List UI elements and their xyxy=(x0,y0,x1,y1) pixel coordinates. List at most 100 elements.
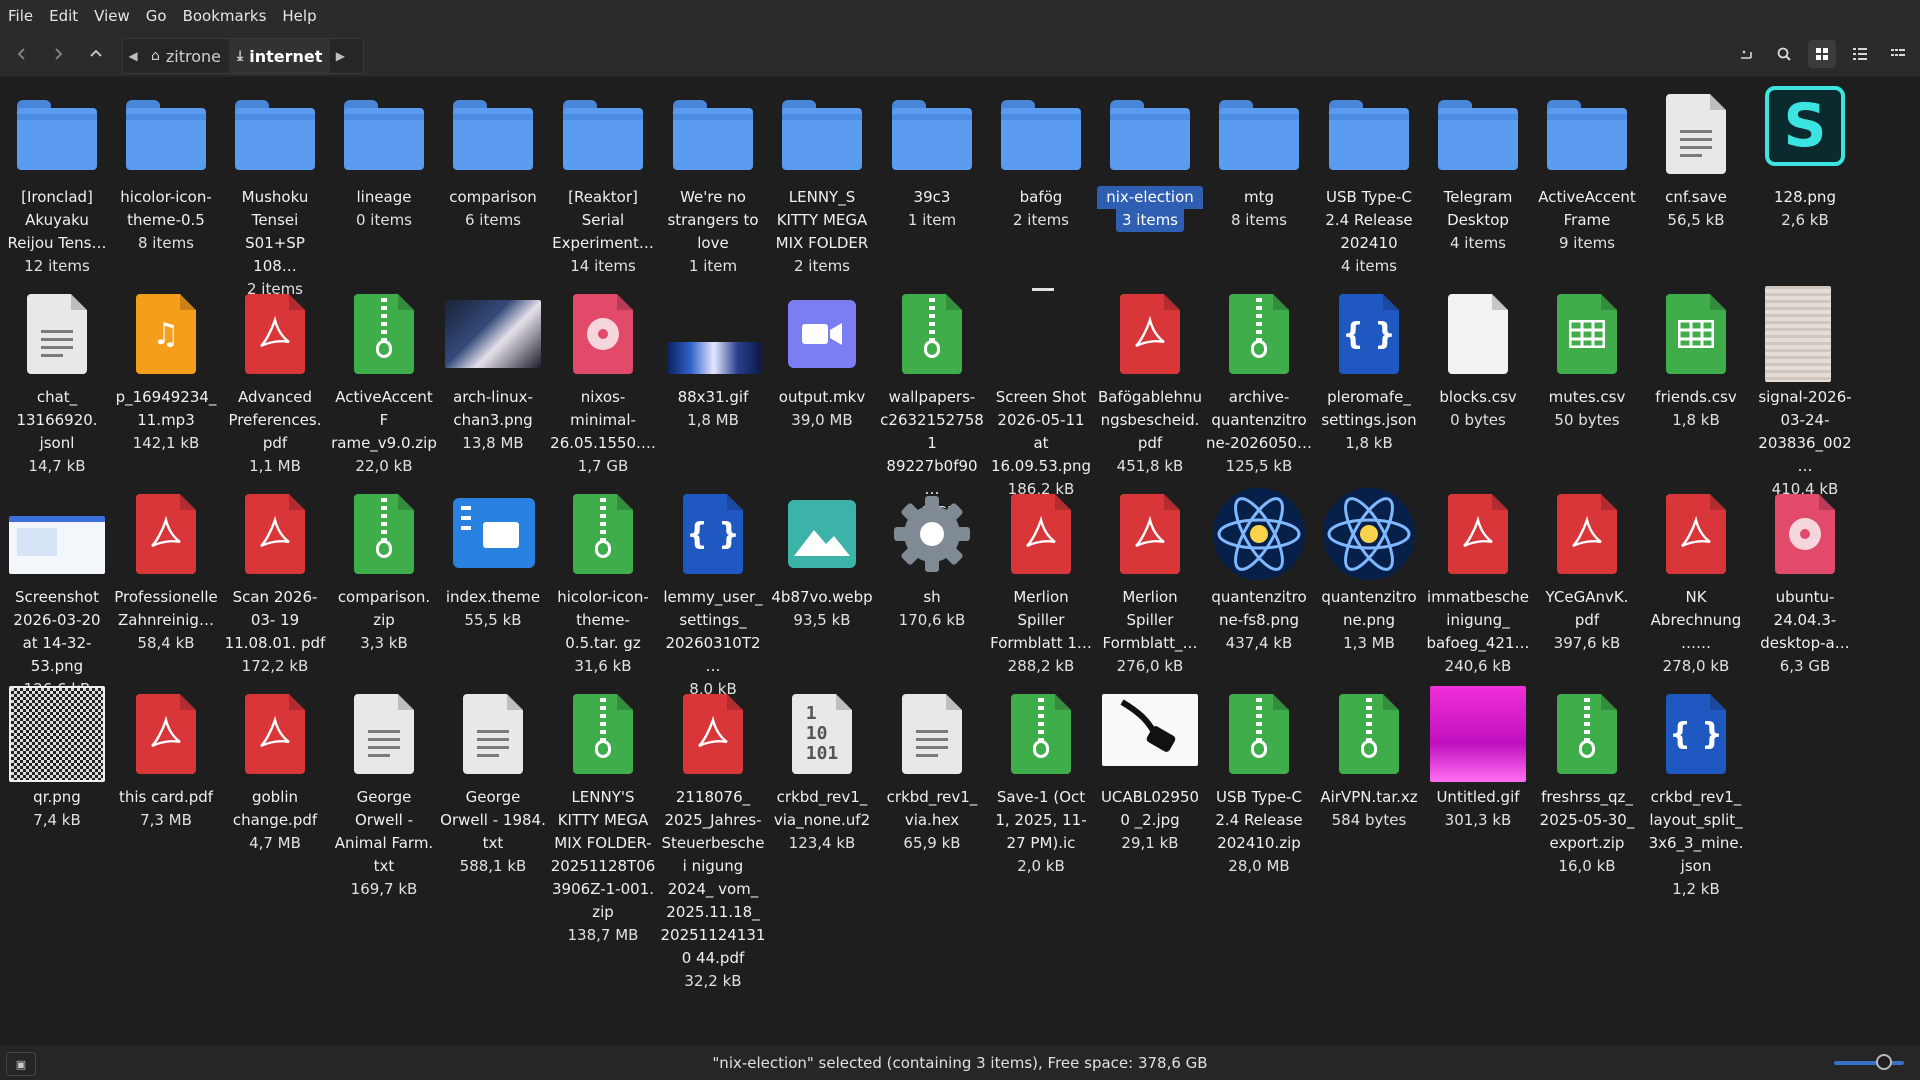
back-button[interactable] xyxy=(8,40,36,68)
folder-item[interactable]: nix-election 3 items xyxy=(1097,86,1203,232)
video-file-icon xyxy=(774,286,870,382)
file-item[interactable]: 4b87vo.webp 93,5 kB xyxy=(769,486,875,632)
folder-item[interactable]: Mushoku Tensei S01+SP 108… 2 items xyxy=(222,86,328,301)
item-name: bafög xyxy=(1019,188,1063,206)
folder-item[interactable]: [Reaktor] Serial Experiment… 14 items xyxy=(550,86,656,278)
folder-item[interactable]: [Ironclad] Akuyaku Reijou Tens… 12 items xyxy=(4,86,110,278)
file-item[interactable]: { } pleromafe_ settings.json 1,8 kB xyxy=(1316,286,1422,455)
file-item[interactable]: George Orwell - Animal Farm. txt 169,7 kB xyxy=(331,686,437,901)
file-item[interactable]: immatbesche inigung_ bafoeg_421… 240,6 kB xyxy=(1425,486,1531,678)
menu-file[interactable]: File xyxy=(0,0,41,32)
folder-item[interactable]: ActiveAccentFrame 9 items xyxy=(1534,86,1640,255)
item-details: 138,7 MB xyxy=(567,926,639,944)
file-item[interactable]: AirVPN.tar.xz 584 bytes xyxy=(1316,686,1422,832)
zoom-slider[interactable] xyxy=(1834,1054,1904,1070)
file-item[interactable]: Merlion Spiller Formblatt_… 276,0 kB xyxy=(1097,486,1203,678)
breadcrumb-current[interactable]: ⤓ internet xyxy=(229,39,331,73)
folder-item[interactable]: 39c3 1 item xyxy=(879,86,985,232)
file-item[interactable]: output.mkv 39,0 MB xyxy=(769,286,875,432)
sidebar-toggle-button[interactable]: ▣ xyxy=(6,1052,36,1076)
file-item[interactable]: S 128.png 2,6 kB xyxy=(1752,86,1858,232)
folder-item[interactable]: Telegram Desktop 4 items xyxy=(1425,86,1531,255)
json-file-icon: { } xyxy=(1648,686,1744,782)
menu-bookmarks[interactable]: Bookmarks xyxy=(175,0,275,32)
file-item[interactable]: comparison. zip 3,3 kB xyxy=(331,486,437,655)
file-item[interactable]: quantenzitro ne-fs8.png 437,4 kB xyxy=(1206,486,1312,655)
image-thumbnail-icon xyxy=(445,286,541,382)
file-item[interactable]: 2118076_ 2025_Jahres- Steuerbeschei nigu… xyxy=(660,686,766,993)
file-item[interactable]: nixos- minimal- 26.05.1550.… 1,7 GB xyxy=(550,286,656,478)
file-item[interactable]: Screen Shot 2026-05-11 at 16.09.53.png 18… xyxy=(988,286,1094,501)
folder-item[interactable]: USB Type-C 2.4 Release 202410 4 items xyxy=(1316,86,1422,278)
folder-item[interactable]: hicolor-icon-theme-0.5 8 items xyxy=(113,86,219,255)
file-item[interactable]: chat_ 13166920. jsonl 14,7 kB xyxy=(4,286,110,478)
folder-item[interactable]: LENNY_S KITTY MEGA MIX FOLDER 2 items xyxy=(769,86,875,278)
path-scroll-right-button[interactable]: ▶ xyxy=(330,39,350,73)
file-item[interactable]: Scan 2026-03- 19 11.08.01. pdf 172,2 kB xyxy=(222,486,328,678)
file-item[interactable]: ActiveAccentF rame_v9.0.zip 22,0 kB xyxy=(331,286,437,478)
up-button[interactable] xyxy=(82,40,110,68)
file-item[interactable]: { } lemmy_user_ settings_ 20260310T2… 8,0 … xyxy=(660,486,766,701)
file-item[interactable]: 1 10 101 crkbd_rev1_ via_none.uf2 123,4 kB xyxy=(769,686,875,855)
folder-item[interactable]: mtg 8 items xyxy=(1206,86,1312,232)
compact-view-button[interactable] xyxy=(1884,40,1912,68)
file-item[interactable]: crkbd_rev1_ via.hex 65,9 kB xyxy=(879,686,985,855)
zoom-slider-knob[interactable] xyxy=(1876,1054,1892,1070)
folder-item[interactable]: lineage 0 items xyxy=(331,86,437,232)
file-item[interactable]: Untitled.gif 301,3 kB xyxy=(1425,686,1531,832)
file-item[interactable]: blocks.csv 0 bytes xyxy=(1425,286,1531,432)
icon-view-button[interactable] xyxy=(1808,40,1836,68)
file-item[interactable]: archive- quantenzitro ne-2026050… 125,5 k… xyxy=(1206,286,1312,478)
file-item[interactable]: 88x31.gif 1,8 MB xyxy=(660,286,766,432)
item-name: 2118076_ 2025_Jahres- Steuerbeschei nigu… xyxy=(660,788,766,967)
file-item[interactable]: Advanced Preferences. pdf 1,1 MB xyxy=(222,286,328,478)
terminal-icon[interactable] xyxy=(1732,40,1760,68)
file-item[interactable]: George Orwell - 1984. txt 588,1 kB xyxy=(440,686,546,878)
file-item[interactable]: ♫ p_16949234_ 11.mp3 142,1 kB xyxy=(113,286,219,455)
menu-edit[interactable]: Edit xyxy=(41,0,86,32)
menu-view[interactable]: View xyxy=(86,0,138,32)
file-item[interactable]: LENNY'S KITTY MEGA MIX FOLDER- 20251128T… xyxy=(550,686,656,947)
forward-button[interactable] xyxy=(44,40,72,68)
search-icon[interactable] xyxy=(1770,40,1798,68)
file-item[interactable]: cnf.save 56,5 kB xyxy=(1643,86,1749,232)
file-item[interactable]: UCABL029500 _2.jpg 29,1 kB xyxy=(1097,686,1203,855)
item-name: ActiveAccentFrame xyxy=(1538,188,1636,229)
file-item[interactable]: Bafögablehnu ngsbescheid. pdf 451,8 kB xyxy=(1097,286,1203,478)
file-item[interactable]: ubuntu- 24.04.3- desktop-a… 6,3 GB xyxy=(1752,486,1858,678)
file-item[interactable]: signal-2026- 03-24- 203836_002… 410,4 kB xyxy=(1752,286,1858,501)
file-item[interactable]: sh 170,6 kB xyxy=(879,486,985,632)
image-thumbnail-icon xyxy=(665,286,761,382)
file-item[interactable]: hicolor-icon- theme-0.5.tar. gz 31,6 kB xyxy=(550,486,656,678)
folder-item[interactable]: bafög 2 items xyxy=(988,86,1094,232)
file-item[interactable]: index.theme 55,5 kB xyxy=(440,486,546,632)
list-view-button[interactable] xyxy=(1846,40,1874,68)
file-item[interactable]: mutes.csv 50 bytes xyxy=(1534,286,1640,432)
menu-help[interactable]: Help xyxy=(274,0,324,32)
file-item[interactable]: goblin change.pdf 4,7 MB xyxy=(222,686,328,855)
file-item[interactable]: friends.csv 1,8 kB xyxy=(1643,286,1749,432)
file-item[interactable]: quantenzitro ne.png 1,3 MB xyxy=(1316,486,1422,655)
file-item[interactable]: Merlion Spiller Formblatt 1… 288,2 kB xyxy=(988,486,1094,678)
item-name: crkbd_rev1_ via.hex xyxy=(886,788,978,829)
file-item[interactable]: qr.png 7,4 kB xyxy=(4,686,110,832)
file-item[interactable]: arch-linux- chan3.png 13,8 MB xyxy=(440,286,546,455)
file-item[interactable]: YCeGAnvK. pdf 397,6 kB xyxy=(1534,486,1640,655)
item-name: ubuntu- 24.04.3- desktop-a… xyxy=(1760,588,1850,652)
file-item[interactable]: Screenshot 2026-03-20 at 14-32-53.png126… xyxy=(4,486,110,701)
file-item[interactable]: Save-1 (Oct 1, 2025, 11-27 PM).ic 2,0 kB xyxy=(988,686,1094,878)
file-item[interactable]: freshrss_qz_ 2025-05-30_ export.zip 16,0 … xyxy=(1534,686,1640,878)
file-item[interactable]: NK Abrechnung …… 278,0 kB xyxy=(1643,486,1749,678)
folder-item[interactable]: comparison 6 items xyxy=(440,86,546,232)
zip-file-icon xyxy=(336,286,432,382)
file-item[interactable]: USB Type-C 2.4 Release 202410.zip 28,0 MB xyxy=(1206,686,1312,878)
file-item[interactable]: Professionelle Zahnreinig… 58,4 kB xyxy=(113,486,219,655)
file-item[interactable]: { } crkbd_rev1_ layout_split_ 3x6_3_mine.… xyxy=(1643,686,1749,901)
item-name: friends.csv xyxy=(1655,388,1737,406)
breadcrumb-home[interactable]: ⌂ zitrone xyxy=(143,39,229,73)
folder-item[interactable]: We're no strangers to love 1 item xyxy=(660,86,766,278)
file-item[interactable]: this card.pdf 7,3 MB xyxy=(113,686,219,832)
menu-go[interactable]: Go xyxy=(138,0,175,32)
path-scroll-left-button[interactable]: ◀ xyxy=(123,39,143,73)
item-details: 50 bytes xyxy=(1554,411,1620,429)
